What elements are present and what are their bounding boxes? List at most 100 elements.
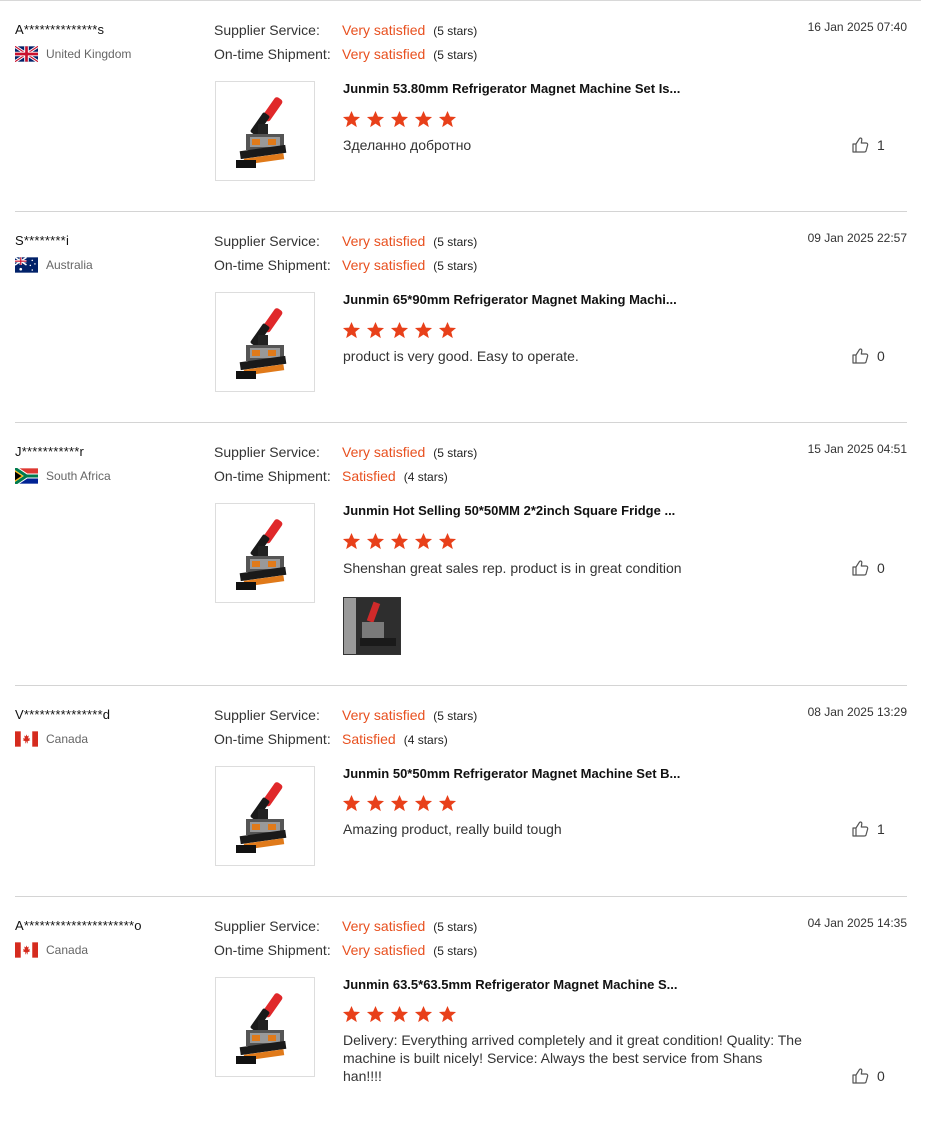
helpful-count: 1: [877, 137, 885, 153]
supplier-service-label: Supplier Service:: [214, 918, 320, 934]
review-attachment-photo[interactable]: [343, 597, 401, 655]
reviewer-name: S********i: [15, 233, 70, 248]
shipment-rating: Satisfied (4 stars): [342, 468, 448, 484]
star-icon: [342, 532, 361, 551]
star-rating: [342, 321, 462, 340]
star-icon: [342, 110, 361, 129]
supplier-service-rating: Very satisfied (5 stars): [342, 233, 478, 249]
reviewer-country: Canada: [15, 942, 88, 958]
reviewer-country: South Africa: [15, 468, 111, 484]
south-africa-flag-icon: [15, 468, 38, 484]
country-name: Canada: [46, 943, 89, 957]
star-icon: [366, 110, 385, 129]
top-divider: [0, 0, 921, 1]
review-date: 04 Jan 2025 14:35: [807, 916, 907, 930]
product-title-link[interactable]: Junmin Hot Selling 50*50MM 2*2inch Squar…: [343, 503, 675, 518]
reviewer-country: Australia: [15, 257, 93, 273]
star-rating: [342, 794, 462, 813]
reviewer-name: J***********r: [15, 444, 85, 459]
review-comment: product is very good. Easy to operate.: [343, 348, 579, 364]
thumbs-up-icon: [851, 347, 869, 365]
helpful-button[interactable]: 0: [851, 347, 885, 365]
product-title-link[interactable]: Junmin 63.5*63.5mm Refrigerator Magnet M…: [343, 977, 678, 992]
shipment-label: On-time Shipment:: [214, 46, 331, 62]
product-title-link[interactable]: Junmin 65*90mm Refrigerator Magnet Makin…: [343, 292, 677, 307]
star-rating: [342, 532, 462, 551]
supplier-service-label: Supplier Service:: [214, 22, 320, 38]
shipment-rating: Satisfied (4 stars): [342, 731, 448, 747]
star-icon: [438, 532, 457, 551]
star-icon: [438, 321, 457, 340]
review-date: 16 Jan 2025 07:40: [807, 20, 907, 34]
review-comment: Shenshan great sales rep. product is in …: [343, 560, 682, 576]
helpful-count: 0: [877, 348, 885, 364]
uk-flag-icon: [15, 46, 38, 62]
star-icon: [414, 110, 433, 129]
review-divider: [15, 896, 907, 897]
star-icon: [366, 1005, 385, 1024]
supplier-service-label: Supplier Service:: [214, 707, 320, 723]
canada-flag-icon: [15, 731, 38, 747]
product-thumbnail[interactable]: [215, 292, 315, 392]
star-icon: [414, 1005, 433, 1024]
product-thumbnail[interactable]: [215, 977, 315, 1077]
product-thumbnail[interactable]: [215, 766, 315, 866]
star-icon: [366, 532, 385, 551]
helpful-count: 1: [877, 821, 885, 837]
reviewer-name: A**************s: [15, 22, 105, 37]
shipment-label: On-time Shipment:: [214, 257, 331, 273]
australia-flag-icon: [15, 257, 38, 273]
star-icon: [390, 532, 409, 551]
supplier-service-label: Supplier Service:: [214, 233, 320, 249]
star-icon: [390, 110, 409, 129]
country-name: Australia: [46, 258, 93, 272]
product-title-link[interactable]: Junmin 53.80mm Refrigerator Magnet Machi…: [343, 81, 680, 96]
helpful-count: 0: [877, 1068, 885, 1084]
star-icon: [414, 532, 433, 551]
shipment-rating: Very satisfied (5 stars): [342, 46, 478, 62]
product-title-link[interactable]: Junmin 50*50mm Refrigerator Magnet Machi…: [343, 766, 680, 781]
supplier-service-rating: Very satisfied (5 stars): [342, 707, 478, 723]
review-divider: [15, 685, 907, 686]
review-date: 15 Jan 2025 04:51: [807, 442, 907, 456]
star-icon: [342, 1005, 361, 1024]
supplier-service-rating: Very satisfied (5 stars): [342, 444, 478, 460]
star-icon: [414, 794, 433, 813]
helpful-button[interactable]: 1: [851, 820, 885, 838]
star-rating: [342, 1005, 462, 1024]
review-comment: Зделанно добротно: [343, 137, 472, 153]
star-icon: [366, 321, 385, 340]
helpful-button[interactable]: 0: [851, 1067, 885, 1085]
review-comment: Delivery: Everything arrived completely …: [343, 1032, 802, 1084]
review-date: 09 Jan 2025 22:57: [807, 231, 907, 245]
thumbs-up-icon: [851, 136, 869, 154]
star-icon: [414, 321, 433, 340]
shipment-rating: Very satisfied (5 stars): [342, 942, 478, 958]
star-icon: [390, 321, 409, 340]
supplier-service-rating: Very satisfied (5 stars): [342, 918, 478, 934]
supplier-service-label: Supplier Service:: [214, 444, 320, 460]
thumbs-up-icon: [851, 1067, 869, 1085]
helpful-button[interactable]: 0: [851, 559, 885, 577]
helpful-button[interactable]: 1: [851, 136, 885, 154]
helpful-count: 0: [877, 560, 885, 576]
thumbs-up-icon: [851, 559, 869, 577]
star-icon: [438, 794, 457, 813]
star-icon: [366, 794, 385, 813]
reviewer-country: United Kingdom: [15, 46, 131, 62]
star-icon: [438, 110, 457, 129]
reviewer-country: Canada: [15, 731, 88, 747]
country-name: South Africa: [46, 469, 111, 483]
star-icon: [438, 1005, 457, 1024]
canada-flag-icon: [15, 942, 38, 958]
country-name: United Kingdom: [46, 47, 132, 61]
review-comment: Amazing product, really build tough: [343, 821, 562, 837]
shipment-label: On-time Shipment:: [214, 731, 331, 747]
review-divider: [15, 422, 907, 423]
shipment-label: On-time Shipment:: [214, 942, 331, 958]
review-date: 08 Jan 2025 13:29: [807, 705, 907, 719]
product-thumbnail[interactable]: [215, 81, 315, 181]
shipment-rating: Very satisfied (5 stars): [342, 257, 478, 273]
reviewer-name: A*********************o: [15, 918, 142, 933]
product-thumbnail[interactable]: [215, 503, 315, 603]
